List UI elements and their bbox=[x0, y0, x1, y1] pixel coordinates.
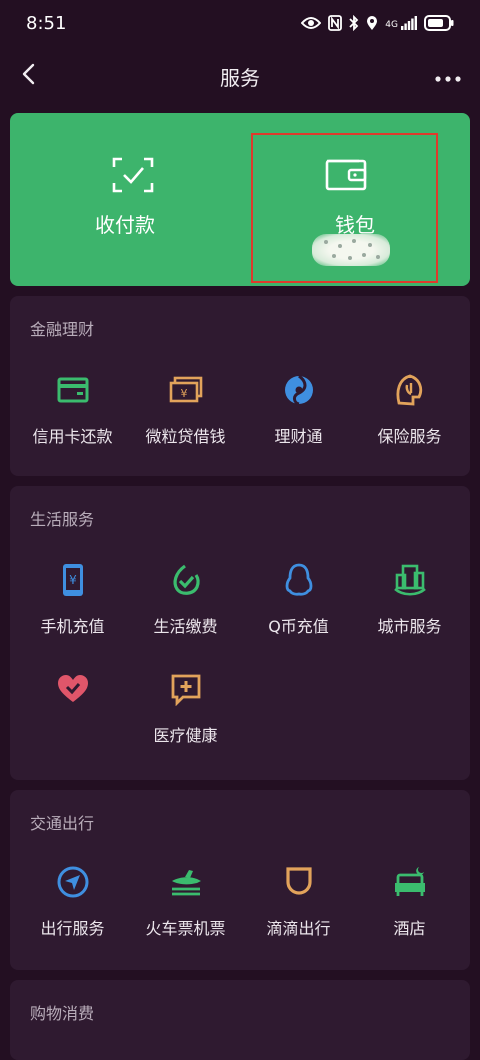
service-label: Q币充值 bbox=[268, 617, 329, 636]
licaitong-button[interactable]: 理财通 bbox=[241, 373, 356, 463]
network-type: 4G bbox=[385, 20, 398, 30]
hotel-bed-icon bbox=[393, 865, 427, 899]
section-title: 交通出行 bbox=[30, 814, 95, 833]
status-icons: 4G bbox=[301, 15, 454, 31]
penguin-icon bbox=[282, 563, 316, 597]
section-title: 生活服务 bbox=[30, 510, 95, 529]
nav-bar: 服务 bbox=[0, 46, 480, 106]
check-leaf-icon bbox=[169, 563, 203, 597]
heart-icon bbox=[56, 672, 90, 706]
qcoin-recharge-button[interactable]: Q币充值 bbox=[241, 563, 356, 653]
train-plane-icon bbox=[169, 865, 203, 899]
page-title: 服务 bbox=[220, 66, 260, 90]
service-label: 手机充值 bbox=[40, 617, 105, 636]
service-label: 微粒贷借钱 bbox=[145, 427, 226, 446]
didi-button[interactable]: 滴滴出行 bbox=[241, 865, 356, 955]
more-button[interactable] bbox=[432, 60, 464, 92]
status-time: 8:51 bbox=[26, 12, 67, 34]
signal-icon: 4G bbox=[385, 16, 417, 30]
train-flight-button[interactable]: 火车票机票 bbox=[128, 865, 243, 955]
section-title: 金融理财 bbox=[30, 320, 95, 339]
collect-pay-label: 收付款 bbox=[95, 213, 155, 237]
didi-icon bbox=[282, 865, 316, 899]
service-label: 城市服务 bbox=[377, 617, 442, 636]
credit-card-icon bbox=[56, 373, 90, 407]
charity-button[interactable] bbox=[15, 672, 130, 762]
svg-text:¥: ¥ bbox=[69, 573, 77, 587]
credit-card-repay-button[interactable]: 信用卡还款 bbox=[15, 373, 130, 463]
navigation-icon bbox=[56, 865, 90, 899]
phone-yuan-icon: ¥ bbox=[56, 563, 90, 597]
city-service-button[interactable]: 城市服务 bbox=[352, 563, 467, 653]
payment-wallet-panel: 收付款 钱包 bbox=[10, 113, 470, 286]
svg-text:¥: ¥ bbox=[181, 387, 188, 400]
service-label: 火车票机票 bbox=[145, 919, 226, 938]
umbrella-shield-icon bbox=[393, 373, 427, 407]
travel-service-button[interactable]: 出行服务 bbox=[15, 865, 130, 955]
utility-pay-button[interactable]: 生活缴费 bbox=[128, 563, 243, 653]
location-icon bbox=[366, 15, 378, 31]
more-dots-icon bbox=[435, 67, 461, 86]
medical-health-button[interactable]: 医疗健康 bbox=[128, 672, 243, 762]
yuan-notes-icon: ¥ bbox=[169, 373, 203, 407]
service-label: 出行服务 bbox=[40, 919, 105, 938]
service-label: 医疗健康 bbox=[153, 726, 218, 745]
phone-recharge-button[interactable]: ¥ 手机充值 bbox=[15, 563, 130, 653]
hotel-button[interactable]: 酒店 bbox=[352, 865, 467, 955]
weilidai-button[interactable]: ¥ 微粒贷借钱 bbox=[128, 373, 243, 463]
eye-icon bbox=[301, 16, 322, 30]
collect-pay-button[interactable]: 收付款 bbox=[10, 113, 240, 286]
service-label: 生活缴费 bbox=[153, 617, 218, 636]
insurance-button[interactable]: 保险服务 bbox=[352, 373, 467, 463]
section-life: 生活服务 ¥ 手机充值 生活缴费 Q币充值 城市服务 医疗健康 bbox=[10, 486, 470, 780]
service-label: 信用卡还款 bbox=[32, 427, 113, 446]
licaitong-icon bbox=[282, 373, 316, 407]
scan-check-icon bbox=[112, 157, 154, 197]
battery-icon bbox=[424, 15, 454, 31]
nfc-icon bbox=[328, 15, 343, 31]
service-label: 保险服务 bbox=[377, 427, 442, 446]
medical-plus-icon bbox=[169, 672, 203, 706]
section-travel: 交通出行 出行服务 火车票机票 滴滴出行 酒店 bbox=[10, 790, 470, 970]
highlight-box bbox=[251, 133, 438, 283]
bluetooth-icon bbox=[349, 15, 359, 31]
service-label: 酒店 bbox=[393, 919, 426, 938]
service-label: 理财通 bbox=[274, 427, 323, 446]
section-shopping: 购物消费 bbox=[10, 980, 470, 1060]
section-finance: 金融理财 信用卡还款 ¥ 微粒贷借钱 理财通 保险服务 bbox=[10, 296, 470, 476]
service-label: 滴滴出行 bbox=[266, 919, 331, 938]
status-bar: 8:51 4G bbox=[0, 0, 480, 46]
section-title: 购物消费 bbox=[30, 1004, 95, 1023]
city-icon bbox=[393, 563, 427, 597]
